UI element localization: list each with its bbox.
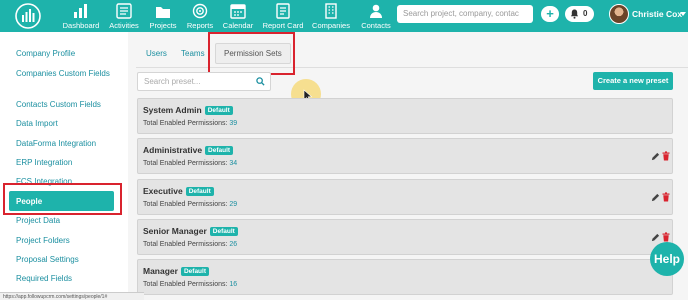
sidebar-item-proposal-settings[interactable]: Proposal Settings: [16, 254, 116, 265]
reports-icon: [192, 3, 208, 19]
search-icon[interactable]: [256, 77, 265, 86]
nav-dashboard[interactable]: Dashboard: [62, 3, 100, 30]
permission-count-value: 29: [229, 201, 238, 208]
preset-search-placeholder: Search preset...: [144, 77, 201, 86]
company-logo-icon[interactable]: [14, 2, 42, 30]
preset-name-text: Senior Manager: [143, 226, 207, 236]
edit-pencil-icon[interactable]: [651, 152, 660, 161]
permission-label: Total Enabled Permissions:: [143, 201, 228, 208]
dashboard-icon: [74, 4, 87, 18]
help-button[interactable]: Help: [650, 242, 684, 276]
nav-activities[interactable]: Activities: [108, 3, 140, 30]
preset-name: Executive Default: [143, 186, 214, 196]
quick-add-button[interactable]: +: [541, 6, 559, 22]
preset-name-text: System Admin: [143, 105, 202, 115]
contacts-icon: [370, 4, 382, 18]
edit-pencil-icon[interactable]: [651, 193, 660, 202]
permission-count: Total Enabled Permissions: 29: [143, 201, 237, 208]
nav-contacts-label: Contacts: [361, 21, 391, 30]
permission-label: Total Enabled Permissions:: [143, 160, 228, 167]
preset-name: Administrative Default: [143, 145, 234, 155]
sidebar-item-project-folders[interactable]: Project Folders: [16, 235, 116, 246]
preset-name-text: Manager: [143, 266, 178, 276]
sidebar-item-companies-custom-fields[interactable]: Companies Custom Fields: [16, 68, 116, 79]
nav-reports-label: Reports: [186, 21, 214, 30]
bell-icon: [570, 9, 579, 19]
global-search-input[interactable]: Search project, company, contac: [397, 5, 533, 23]
permission-count-value: 39: [229, 120, 238, 127]
report-card-icon: [276, 3, 290, 19]
edit-pencil-icon[interactable]: [651, 233, 660, 242]
sidebar-item-data-import[interactable]: Data Import: [16, 118, 116, 129]
nav-report-card-label: Report Card: [262, 21, 304, 30]
preset-name: Manager Default: [143, 266, 209, 276]
preset-name: System Admin Default: [143, 105, 233, 115]
permission-count: Total Enabled Permissions: 26: [143, 241, 237, 248]
nav-calendar-label: Calendar: [222, 21, 254, 30]
activities-icon: [116, 3, 132, 19]
permission-count-value: 34: [229, 160, 238, 167]
default-badge: Default: [205, 146, 234, 155]
nav-report-card[interactable]: Report Card: [262, 3, 304, 30]
top-navigation-bar: Dashboard Activities Projects Reports Ca…: [0, 0, 688, 32]
highlight-annotation-permission-sets: [208, 32, 295, 75]
avatar[interactable]: [609, 4, 629, 24]
sidebar-item-project-data[interactable]: Project Data: [16, 215, 116, 226]
preset-name: Senior Manager Default: [143, 226, 238, 236]
nav-calendar[interactable]: Calendar: [222, 3, 254, 30]
preset-search-input[interactable]: Search preset...: [137, 72, 271, 91]
create-preset-button[interactable]: Create a new preset: [593, 72, 673, 90]
sidebar-item-erp-integration[interactable]: ERP Integration: [16, 157, 116, 168]
default-badge: Default: [185, 187, 214, 196]
notifications-button[interactable]: 0: [565, 6, 594, 22]
preset-name-text: Executive: [143, 186, 183, 196]
calendar-icon: [230, 4, 246, 19]
sidebar-item-contacts-custom-fields[interactable]: Contacts Custom Fields: [16, 99, 116, 110]
permission-count-value: 16: [229, 281, 238, 288]
permission-count: Total Enabled Permissions: 16: [143, 281, 237, 288]
default-badge: Default: [209, 227, 238, 236]
companies-icon: [325, 3, 337, 19]
nav-companies[interactable]: Companies: [312, 3, 350, 30]
preset-card-administrative[interactable]: Administrative Default Total Enabled Perm…: [137, 138, 673, 174]
preset-card-system-admin[interactable]: System Admin Default Total Enabled Permis…: [137, 98, 673, 134]
permission-label: Total Enabled Permissions:: [143, 120, 228, 127]
permission-count: Total Enabled Permissions: 39: [143, 120, 237, 127]
nav-projects-label: Projects: [149, 21, 177, 30]
nav-dashboard-label: Dashboard: [62, 21, 100, 30]
nav-contacts[interactable]: Contacts: [359, 3, 393, 30]
tab-users[interactable]: Users: [146, 49, 167, 58]
tab-teams[interactable]: Teams: [181, 49, 205, 58]
permission-count: Total Enabled Permissions: 34: [143, 160, 237, 167]
preset-card-executive[interactable]: Executive Default Total Enabled Permissio…: [137, 179, 673, 215]
preset-card-manager[interactable]: Manager Default Total Enabled Permissions…: [137, 259, 673, 295]
projects-icon: [156, 7, 170, 18]
nav-reports[interactable]: Reports: [185, 3, 215, 30]
nav-companies-label: Companies: [312, 21, 350, 30]
user-name[interactable]: Christie Cox: [632, 9, 682, 19]
sidebar-item-dataforma-integration[interactable]: DataForma Integration: [16, 138, 116, 149]
delete-trash-icon[interactable]: [662, 151, 670, 161]
notification-count: 0: [583, 9, 588, 18]
browser-status-bar: https://app.followupcrm.com/settings/peo…: [0, 292, 144, 300]
nav-activities-label: Activities: [109, 21, 139, 30]
delete-trash-icon[interactable]: [662, 232, 670, 242]
nav-projects[interactable]: Projects: [147, 3, 179, 30]
permission-count-value: 26: [229, 241, 238, 248]
user-menu-chevron-down-icon[interactable]: [680, 12, 686, 16]
highlight-annotation-people: [3, 183, 122, 215]
permission-label: Total Enabled Permissions:: [143, 241, 228, 248]
default-badge: Default: [180, 267, 209, 276]
sidebar-item-required-fields[interactable]: Required Fields: [16, 273, 116, 284]
default-badge: Default: [204, 106, 233, 115]
permission-label: Total Enabled Permissions:: [143, 281, 228, 288]
preset-card-senior-manager[interactable]: Senior Manager Default Total Enabled Perm…: [137, 219, 673, 255]
delete-trash-icon[interactable]: [662, 192, 670, 202]
preset-name-text: Administrative: [143, 145, 203, 155]
sidebar-item-company-profile[interactable]: Company Profile: [16, 48, 116, 59]
